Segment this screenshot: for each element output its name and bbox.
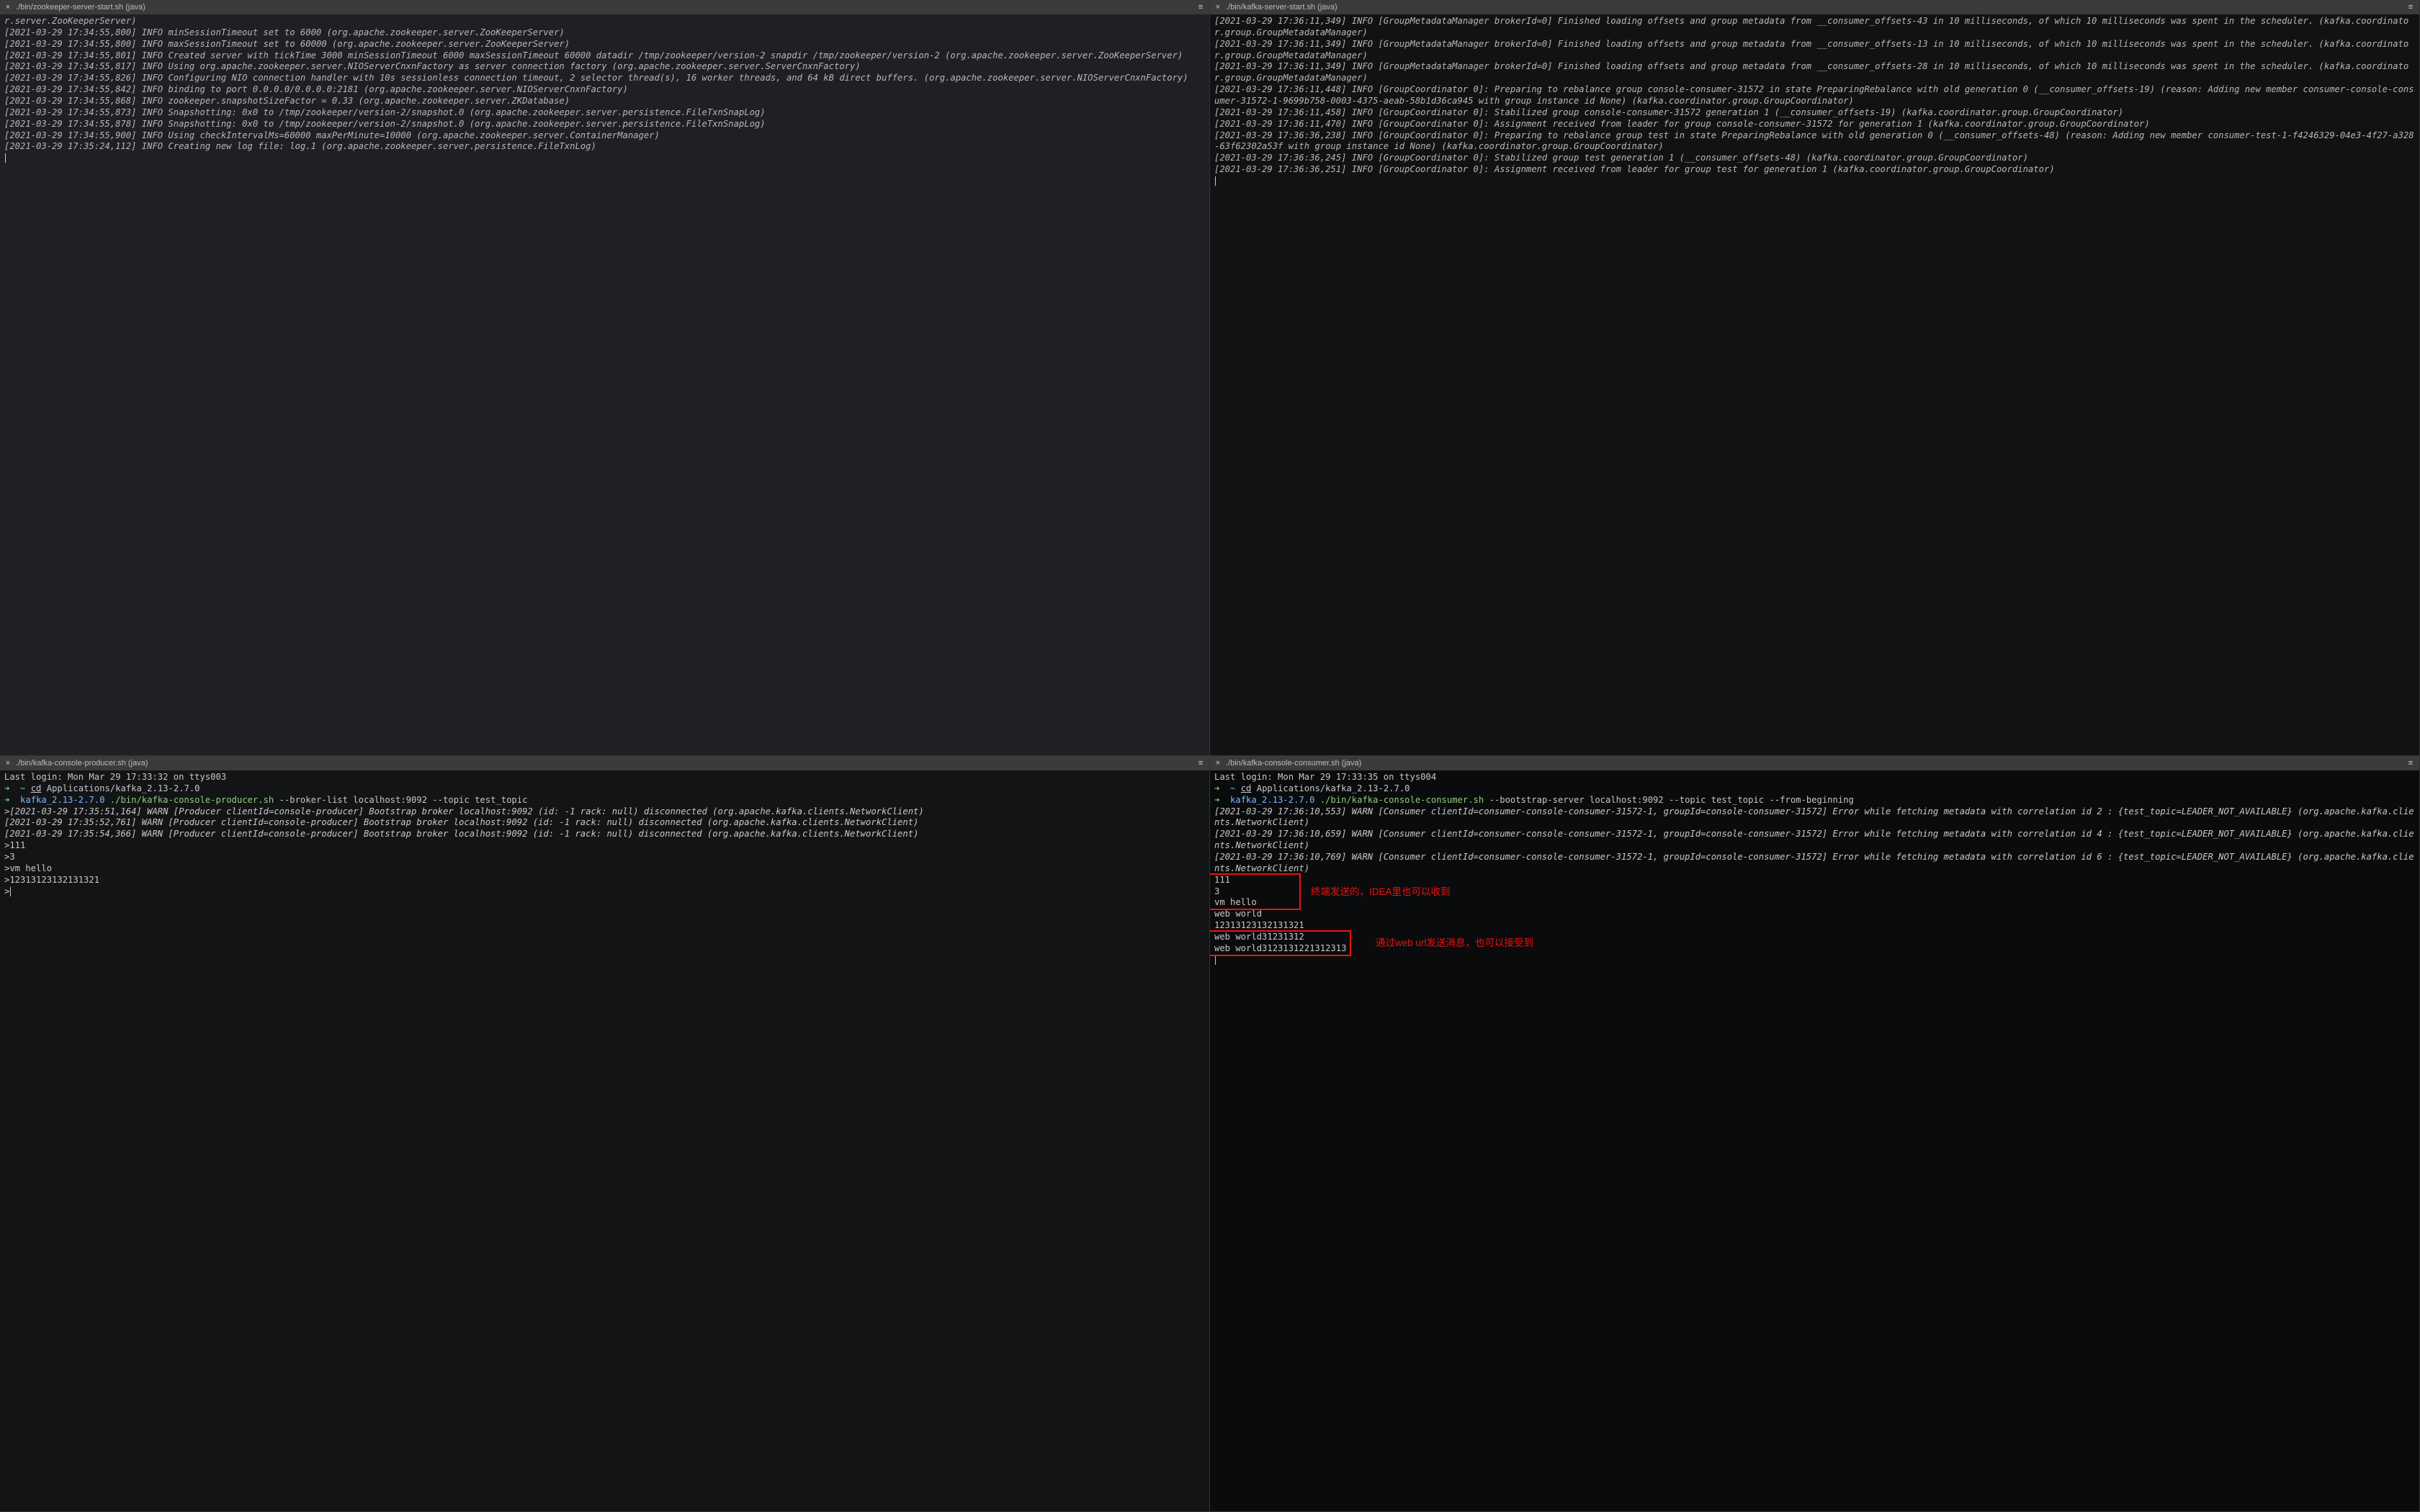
tab-title[interactable]: ./bin/kafka-console-producer.sh (java) bbox=[13, 758, 1195, 768]
tabbar: × ./bin/kafka-server-start.sh (java) ≡ bbox=[1210, 0, 2419, 14]
pane-consumer: × ./bin/kafka-console-consumer.sh (java)… bbox=[1210, 756, 2420, 1512]
tabbar: × ./bin/zookeeper-server-start.sh (java)… bbox=[0, 0, 1209, 14]
pane-zookeeper: × ./bin/zookeeper-server-start.sh (java)… bbox=[0, 0, 1210, 756]
hamburger-icon[interactable]: ≡ bbox=[1195, 758, 1206, 768]
pane-kafka-server: × ./bin/kafka-server-start.sh (java) ≡ [… bbox=[1210, 0, 2420, 756]
close-icon[interactable]: × bbox=[1213, 758, 1223, 768]
close-icon[interactable]: × bbox=[3, 2, 13, 12]
tabbar: × ./bin/kafka-console-producer.sh (java)… bbox=[0, 756, 1209, 770]
hamburger-icon[interactable]: ≡ bbox=[2405, 758, 2416, 768]
tab-title[interactable]: ./bin/zookeeper-server-start.sh (java) bbox=[13, 2, 1195, 12]
terminal-output[interactable]: r.server.ZooKeeperServer)[2021-03-29 17:… bbox=[0, 14, 1209, 755]
close-icon[interactable]: × bbox=[3, 758, 13, 768]
terminal-output[interactable]: Last login: Mon Mar 29 17:33:35 on ttys0… bbox=[1210, 770, 2419, 1511]
hamburger-icon[interactable]: ≡ bbox=[2405, 2, 2416, 12]
tabbar: × ./bin/kafka-console-consumer.sh (java)… bbox=[1210, 756, 2419, 770]
pane-producer: × ./bin/kafka-console-producer.sh (java)… bbox=[0, 756, 1210, 1512]
hamburger-icon[interactable]: ≡ bbox=[1195, 2, 1206, 12]
terminal-output[interactable]: [2021-03-29 17:36:11,349] INFO [GroupMet… bbox=[1210, 14, 2419, 755]
terminal-output[interactable]: Last login: Mon Mar 29 17:33:32 on ttys0… bbox=[0, 770, 1209, 1511]
tab-title[interactable]: ./bin/kafka-server-start.sh (java) bbox=[1223, 2, 2405, 12]
tab-title[interactable]: ./bin/kafka-console-consumer.sh (java) bbox=[1223, 758, 2405, 768]
terminal-grid: × ./bin/zookeeper-server-start.sh (java)… bbox=[0, 0, 2420, 1512]
close-icon[interactable]: × bbox=[1213, 2, 1223, 12]
